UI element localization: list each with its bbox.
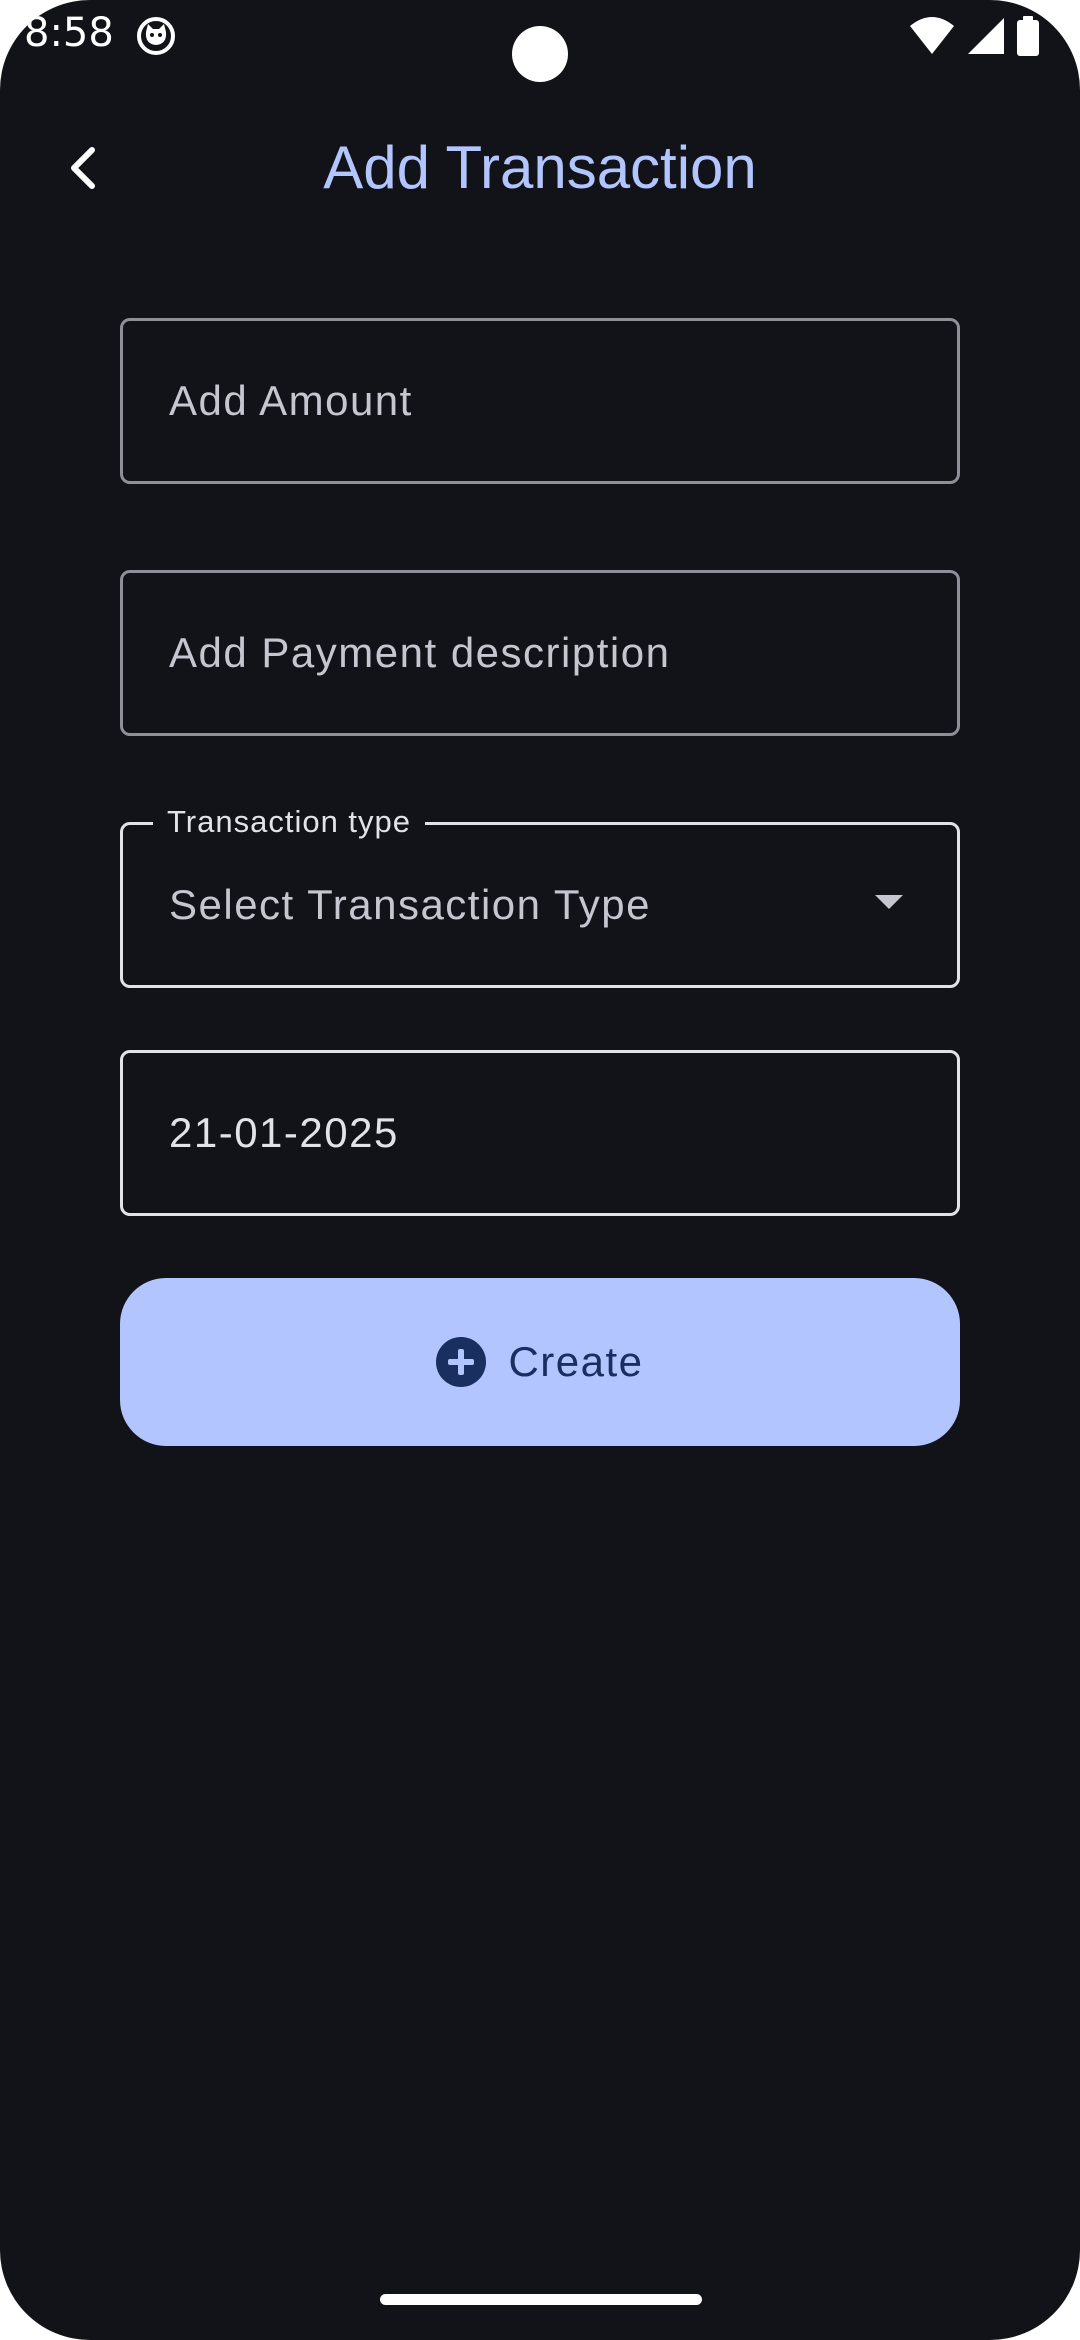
- transaction-type-dropdown[interactable]: Transaction type Select Transaction Type: [120, 803, 960, 988]
- page-title: Add Transaction: [323, 134, 757, 201]
- status-bar: 8:58: [0, 0, 1080, 82]
- date-field[interactable]: 21-01-2025: [120, 1050, 960, 1216]
- cellular-signal-icon: [966, 16, 1006, 56]
- date-value: 21-01-2025: [169, 1109, 399, 1156]
- dropdown-arrow-icon[interactable]: [875, 895, 903, 909]
- gesture-bar[interactable]: [380, 2294, 702, 2305]
- battery-icon: [1016, 16, 1040, 56]
- wifi-icon: [908, 16, 956, 56]
- create-button-label: Create: [508, 1338, 644, 1385]
- amount-field[interactable]: [120, 318, 960, 484]
- status-time: 8:58: [24, 10, 114, 56]
- cat-face-icon: [136, 16, 176, 56]
- transaction-type-value: Select Transaction Type: [169, 881, 651, 928]
- description-input[interactable]: [123, 573, 957, 733]
- status-icons: [908, 16, 1040, 56]
- add-circle-icon: [436, 1337, 487, 1387]
- description-field[interactable]: [120, 570, 960, 736]
- app-screen: 8:58 Add Transaction Add Amount Add Paym…: [0, 0, 1080, 2340]
- create-button[interactable]: Create: [120, 1278, 960, 1446]
- amount-input[interactable]: [123, 321, 957, 481]
- camera-cutout: [512, 26, 568, 82]
